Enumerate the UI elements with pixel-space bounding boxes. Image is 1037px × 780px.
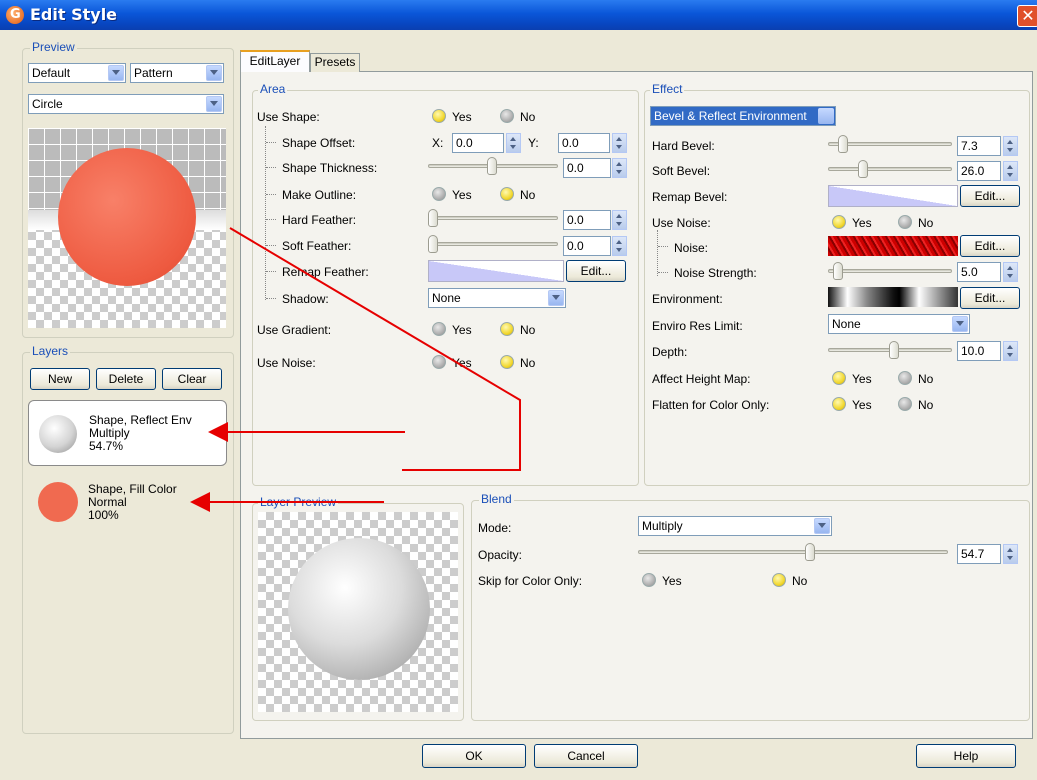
- annotation-line: [229, 227, 521, 471]
- annotation-arrows: [190, 227, 521, 512]
